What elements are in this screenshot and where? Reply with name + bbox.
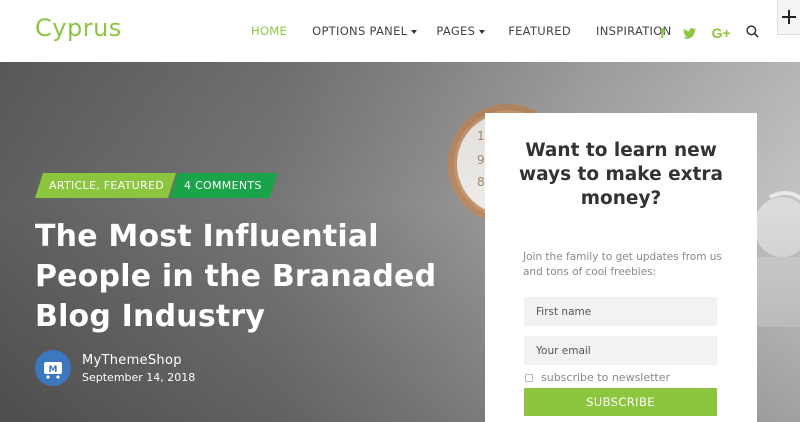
site-header: Cyprus HOME OPTIONS PANEL PAGES FEATURED… — [0, 0, 800, 62]
first-name-field[interactable]: First name — [524, 297, 717, 326]
nav-label: PAGES — [436, 24, 476, 38]
subscribe-checkbox[interactable] — [525, 373, 533, 382]
nav-item-pages[interactable]: PAGES — [436, 24, 486, 38]
nav-item-home[interactable]: HOME — [251, 24, 287, 38]
search-icon[interactable] — [746, 25, 759, 38]
subscribe-checkbox-row[interactable]: subscribe to newsletter — [525, 371, 670, 384]
comments-tag[interactable]: 4 COMMENTS — [170, 173, 278, 198]
twitter-icon[interactable] — [682, 24, 696, 43]
post-tags: ARTICLE, FEATURED 4 COMMENTS — [35, 173, 278, 198]
nav-label: OPTIONS PANEL — [312, 24, 408, 38]
email-field[interactable]: Your email — [524, 336, 717, 365]
social-links: f G+ — [660, 22, 731, 43]
plus-icon — [782, 10, 796, 24]
google-plus-icon[interactable]: G+ — [712, 25, 731, 41]
site-logo[interactable]: Cyprus — [35, 14, 122, 42]
nav-item-featured[interactable]: FEATURED — [508, 24, 571, 38]
checkbox-label: subscribe to newsletter — [541, 371, 671, 384]
avatar[interactable]: M — [35, 350, 71, 386]
chevron-down-icon — [411, 29, 418, 34]
subscribe-button[interactable]: SUBSCRIBE — [524, 388, 717, 416]
newsletter-widget: Want to learn new ways to make extra mon… — [485, 113, 757, 422]
newsletter-title: Want to learn new ways to make extra mon… — [519, 140, 723, 209]
mythemeshop-logo-icon: M — [35, 350, 71, 386]
chevron-down-icon — [479, 29, 486, 34]
main-nav: HOME OPTIONS PANEL PAGES FEATURED INSPIR… — [251, 24, 672, 38]
nav-label: HOME — [251, 24, 288, 38]
author-name[interactable]: MyThemeShop — [82, 353, 195, 368]
post-date: September 14, 2018 — [82, 370, 196, 384]
nav-item-options-panel[interactable]: OPTIONS PANEL — [312, 24, 418, 38]
post-title[interactable]: The Most Influential People in the Brana… — [35, 217, 455, 337]
facebook-icon[interactable]: f — [660, 25, 665, 41]
author-block: M MyThemeShop September 14, 2018 — [35, 350, 195, 386]
svg-text:M: M — [49, 365, 58, 375]
nav-label: FEATURED — [508, 24, 572, 38]
newsletter-description: Join the family to get updates from us a… — [523, 251, 722, 278]
category-tag[interactable]: ARTICLE, FEATURED — [35, 173, 176, 198]
expand-panel-button[interactable] — [777, 0, 800, 35]
